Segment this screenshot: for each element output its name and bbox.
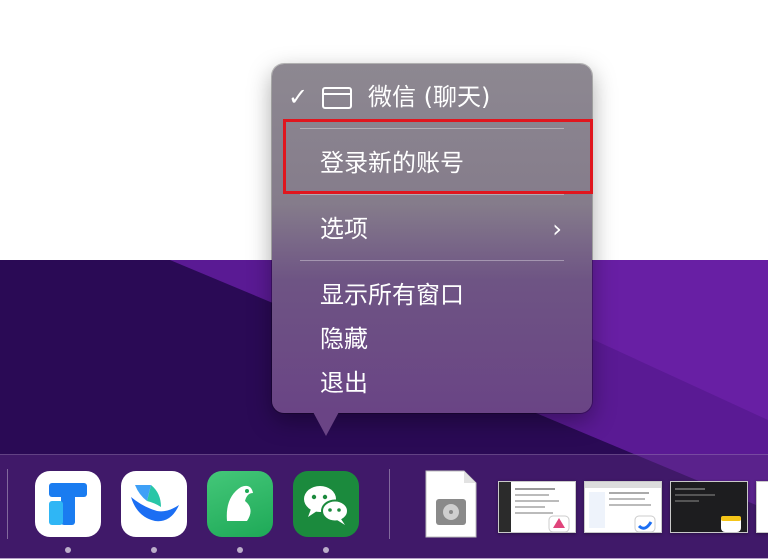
disk-image-document-icon[interactable] <box>424 469 478 539</box>
window-icon <box>322 87 352 109</box>
menu-item-label: 隐藏 <box>320 325 368 353</box>
running-indicator <box>323 547 329 553</box>
menu-item-hide[interactable]: 隐藏 <box>272 324 592 354</box>
window-thumbnail[interactable] <box>670 481 748 533</box>
menu-separator <box>300 194 564 195</box>
running-indicator <box>237 547 243 553</box>
menu-item-label: 选项 <box>320 215 368 243</box>
window-thumbnail[interactable] <box>498 481 576 533</box>
tencent-meeting-icon[interactable] <box>35 471 101 537</box>
running-indicator <box>151 547 157 553</box>
menu-separator <box>300 260 564 261</box>
wechat-icon[interactable] <box>293 471 359 537</box>
menu-item-wechat-window[interactable]: ✓ 微信 (聊天) <box>272 82 592 112</box>
running-indicator <box>65 547 71 553</box>
window-thumbnail[interactable] <box>756 481 768 533</box>
checkmark-icon: ✓ <box>288 83 309 111</box>
highlight-annotation-box <box>283 119 593 194</box>
window-thumbnail[interactable] <box>584 481 662 533</box>
menu-item-options[interactable]: 选项 › <box>272 214 592 244</box>
chevron-right-icon: › <box>552 215 562 243</box>
dock-context-menu: ✓ 微信 (聊天) 登录新的账号 选项 › 显示所有窗口 隐藏 退出 <box>272 64 592 413</box>
dock <box>0 454 768 559</box>
lark-feishu-icon[interactable] <box>121 471 187 537</box>
green-bird-app-icon[interactable] <box>207 471 273 537</box>
dock-separator <box>389 469 390 539</box>
dock-separator <box>7 469 8 539</box>
menu-item-quit[interactable]: 退出 <box>272 368 592 398</box>
menu-item-label: 微信 (聊天) <box>368 83 491 111</box>
menu-item-show-all-windows[interactable]: 显示所有窗口 <box>272 280 592 310</box>
menu-pointer-arrow <box>312 410 340 436</box>
menu-item-label: 显示所有窗口 <box>320 281 464 309</box>
menu-item-label: 退出 <box>320 369 368 397</box>
